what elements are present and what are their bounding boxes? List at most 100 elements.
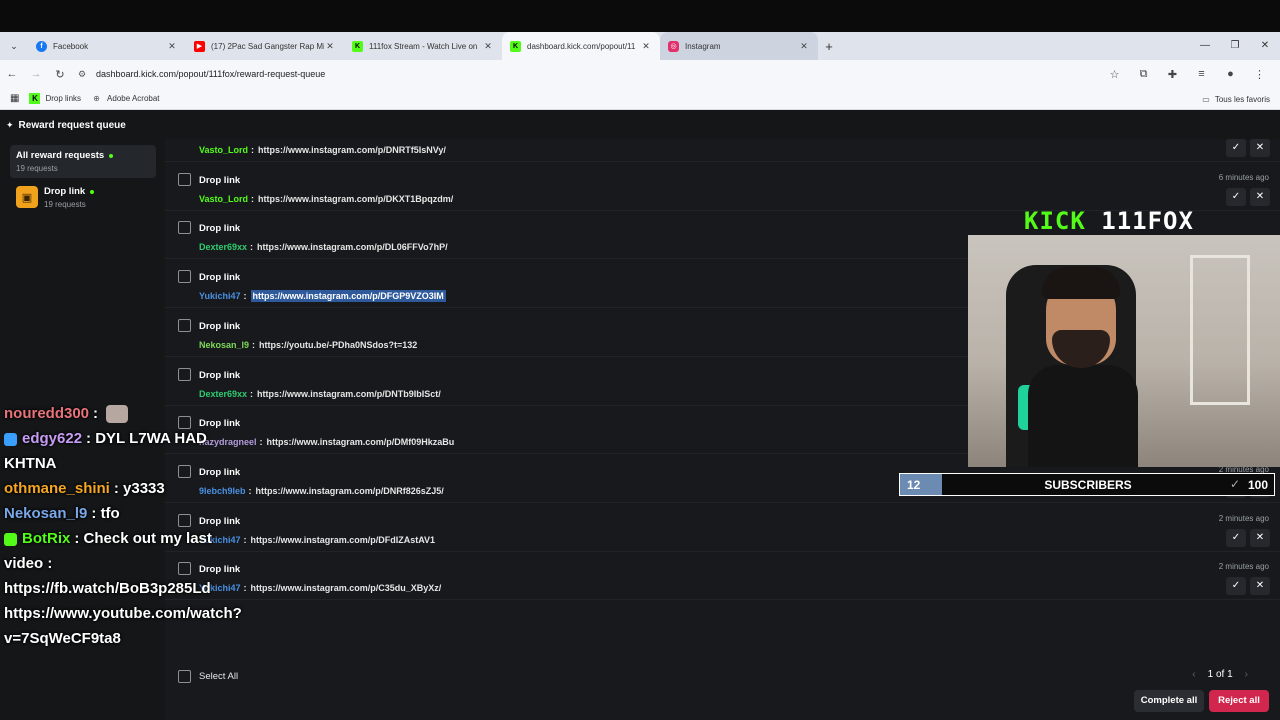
tab-youtube[interactable]: ▶ (17) 2Pac Sad Gangster Rap Mi ✕ xyxy=(186,32,344,60)
close-icon[interactable]: ✕ xyxy=(482,41,494,52)
row-checkbox[interactable] xyxy=(178,318,191,332)
requester-username[interactable]: Dexter69xx xyxy=(199,242,247,252)
select-all-checkbox[interactable] xyxy=(178,670,191,683)
tab-instagram[interactable]: ◎ Instagram ✕ xyxy=(660,32,818,60)
row-actions: ✓✕ xyxy=(1222,187,1270,206)
sidebar-item-count: 19 requests xyxy=(44,200,86,209)
bookmark-label: Adobe Acrobat xyxy=(107,94,160,103)
row-checkbox[interactable] xyxy=(178,270,191,284)
reward-icon: ✦ xyxy=(6,119,14,130)
complete-all-button[interactable]: Complete all xyxy=(1134,690,1204,712)
approve-check-icon[interactable]: ✓ xyxy=(1226,139,1246,157)
row-checkbox[interactable] xyxy=(178,221,191,235)
chat-username[interactable]: edgy622 xyxy=(22,430,82,447)
chat-message: https://www.youtube.com/watch? xyxy=(4,605,242,622)
close-icon[interactable]: ✕ xyxy=(798,41,810,52)
chat-message: nouredd300: xyxy=(4,405,129,424)
reward-title: Drop link xyxy=(199,174,241,186)
request-row: Drop link Vasto_Lord:https://www.instagra… xyxy=(165,162,1280,211)
requester-username[interactable]: Nekosan_l9 xyxy=(199,340,249,350)
close-icon[interactable]: ✕ xyxy=(166,41,178,52)
kick-icon: K xyxy=(29,93,41,104)
tab-title: 111fox Stream - Watch Live on xyxy=(369,41,478,51)
close-icon[interactable]: ✕ xyxy=(640,41,652,52)
more-menu-icon[interactable]: ⋮ xyxy=(1245,68,1274,81)
sidebar-item-drop-link[interactable]: ▣ Drop link 19 requests xyxy=(10,181,156,214)
request-link[interactable]: https://www.instagram.com/p/DL06FFVo7hP/ xyxy=(257,242,448,252)
minimize-icon[interactable]: — xyxy=(1190,32,1220,60)
restore-icon[interactable]: ❐ xyxy=(1220,32,1250,60)
subscriber-goal-bar: 12 SUBSCRIBERS ✓ 100 xyxy=(899,473,1275,496)
requester-username[interactable]: Vasto_Lord xyxy=(199,194,248,204)
extension-icon[interactable]: ⧉ xyxy=(1129,68,1158,81)
request-link[interactable]: https://www.instagram.com/p/DNTb9IbISct/ xyxy=(257,389,441,399)
new-tab-plus-icon[interactable]: + xyxy=(818,39,840,54)
chat-message: edgy622: DYL L7WA HAD xyxy=(4,430,207,447)
request-row: Drop linkVasto_Lord:https://www.instagra… xyxy=(165,139,1280,162)
requester-username[interactable]: Yukichi47 xyxy=(199,291,241,301)
puzzle-extensions-icon[interactable]: ✚ xyxy=(1158,68,1187,81)
reward-title: Drop link xyxy=(199,369,241,381)
reward-title: Drop link xyxy=(199,272,241,284)
bookmark-star-icon[interactable]: ☆ xyxy=(1100,68,1129,81)
request-link[interactable]: https://www.instagram.com/p/DNRTf5IsNVy/ xyxy=(258,145,446,155)
site-info-icon[interactable]: ⚙ xyxy=(78,69,96,80)
tab-facebook[interactable]: f Facebook ✕ xyxy=(28,32,186,60)
reload-icon[interactable]: ↻ xyxy=(48,68,72,81)
chat-message: video : xyxy=(4,555,52,572)
close-window-icon[interactable]: ✕ xyxy=(1250,32,1280,60)
reject-x-icon[interactable]: ✕ xyxy=(1250,577,1270,596)
back-arrow-icon[interactable]: ← xyxy=(0,68,24,80)
chat-message: https://fb.watch/BoB3p285Ld xyxy=(4,580,211,597)
bookmark-adobe-acrobat[interactable]: ⊕ Adobe Acrobat xyxy=(91,93,159,104)
tab-dashboard[interactable]: K dashboard.kick.com/popout/11 ✕ xyxy=(502,32,660,60)
app-header: ✦ Reward request queue xyxy=(0,111,1280,139)
bulk-actions: Complete all Reject all xyxy=(165,689,1280,720)
request-link[interactable]: https://www.instagram.com/p/DKXT1Bpqzdm/ xyxy=(258,194,453,204)
reject-x-icon[interactable]: ✕ xyxy=(1250,528,1270,547)
next-page-icon[interactable]: › xyxy=(1245,669,1248,680)
media-controls-icon[interactable]: ≡ xyxy=(1187,68,1216,81)
reject-x-icon[interactable]: ✕ xyxy=(1250,187,1270,206)
reject-x-icon[interactable]: ✕ xyxy=(1250,139,1270,157)
approve-check-icon[interactable]: ✓ xyxy=(1226,577,1246,596)
reject-all-button[interactable]: Reject all xyxy=(1209,690,1269,712)
separator: : xyxy=(251,145,255,155)
apps-grid-icon[interactable]: ▦ xyxy=(10,93,19,104)
chat-text: KHTNA xyxy=(4,455,57,472)
pagination: ‹ 1 of 1 › xyxy=(1180,669,1260,680)
tab-search-chevron-icon[interactable]: ⌄ xyxy=(0,41,28,52)
request-link[interactable]: https://youtu.be/-PDha0NSdos?t=132 xyxy=(259,340,417,350)
request-time: 2 minutes ago xyxy=(1218,562,1269,572)
url-field[interactable]: ⚙ dashboard.kick.com/popout/111fox/rewar… xyxy=(78,63,1100,85)
request-link[interactable]: https://www.instagram.com/p/DFGP9VZO3IM xyxy=(250,290,446,303)
address-bar-row: ← → ↻ ⚙ dashboard.kick.com/popout/111fox… xyxy=(0,60,1280,88)
chat-colon: : xyxy=(93,405,103,422)
chat-username[interactable]: othmane_shini xyxy=(4,480,110,497)
facebook-icon: f xyxy=(36,40,47,52)
chat-username[interactable]: nouredd300 xyxy=(4,405,89,422)
chat-username[interactable]: Nekosan_l9 xyxy=(4,505,87,522)
row-checkbox[interactable] xyxy=(178,367,191,381)
all-bookmarks[interactable]: ▭ Tous les favoris xyxy=(1202,88,1270,110)
kick-icon: K xyxy=(352,40,363,52)
sidebar-item-all-requests[interactable]: All reward requests 19 requests xyxy=(10,145,156,178)
top-black-bar xyxy=(0,0,1280,32)
separator: : xyxy=(251,193,255,204)
requester-username[interactable]: Vasto_Lord xyxy=(199,145,248,155)
close-icon[interactable]: ✕ xyxy=(324,41,336,52)
requester-username[interactable]: Dexter69xx xyxy=(199,389,247,399)
profile-avatar-icon[interactable]: ● xyxy=(1216,68,1245,81)
chat-username[interactable]: BotRix xyxy=(22,530,70,547)
approve-check-icon[interactable]: ✓ xyxy=(1226,528,1246,547)
bookmark-drop-links[interactable]: K Drop links xyxy=(29,93,81,104)
prev-page-icon[interactable]: ‹ xyxy=(1192,669,1195,680)
row-actions: ✓✕ xyxy=(1222,577,1270,596)
approve-check-icon[interactable]: ✓ xyxy=(1226,187,1246,206)
tab-title: Instagram xyxy=(685,41,721,51)
tab-111fox-stream[interactable]: K 111fox Stream - Watch Live on ✕ xyxy=(344,32,502,60)
page-title: Reward request queue xyxy=(18,119,126,131)
chat-text: video : xyxy=(4,555,53,572)
row-checkbox[interactable] xyxy=(178,172,191,186)
forward-arrow-icon[interactable]: → xyxy=(24,68,48,80)
